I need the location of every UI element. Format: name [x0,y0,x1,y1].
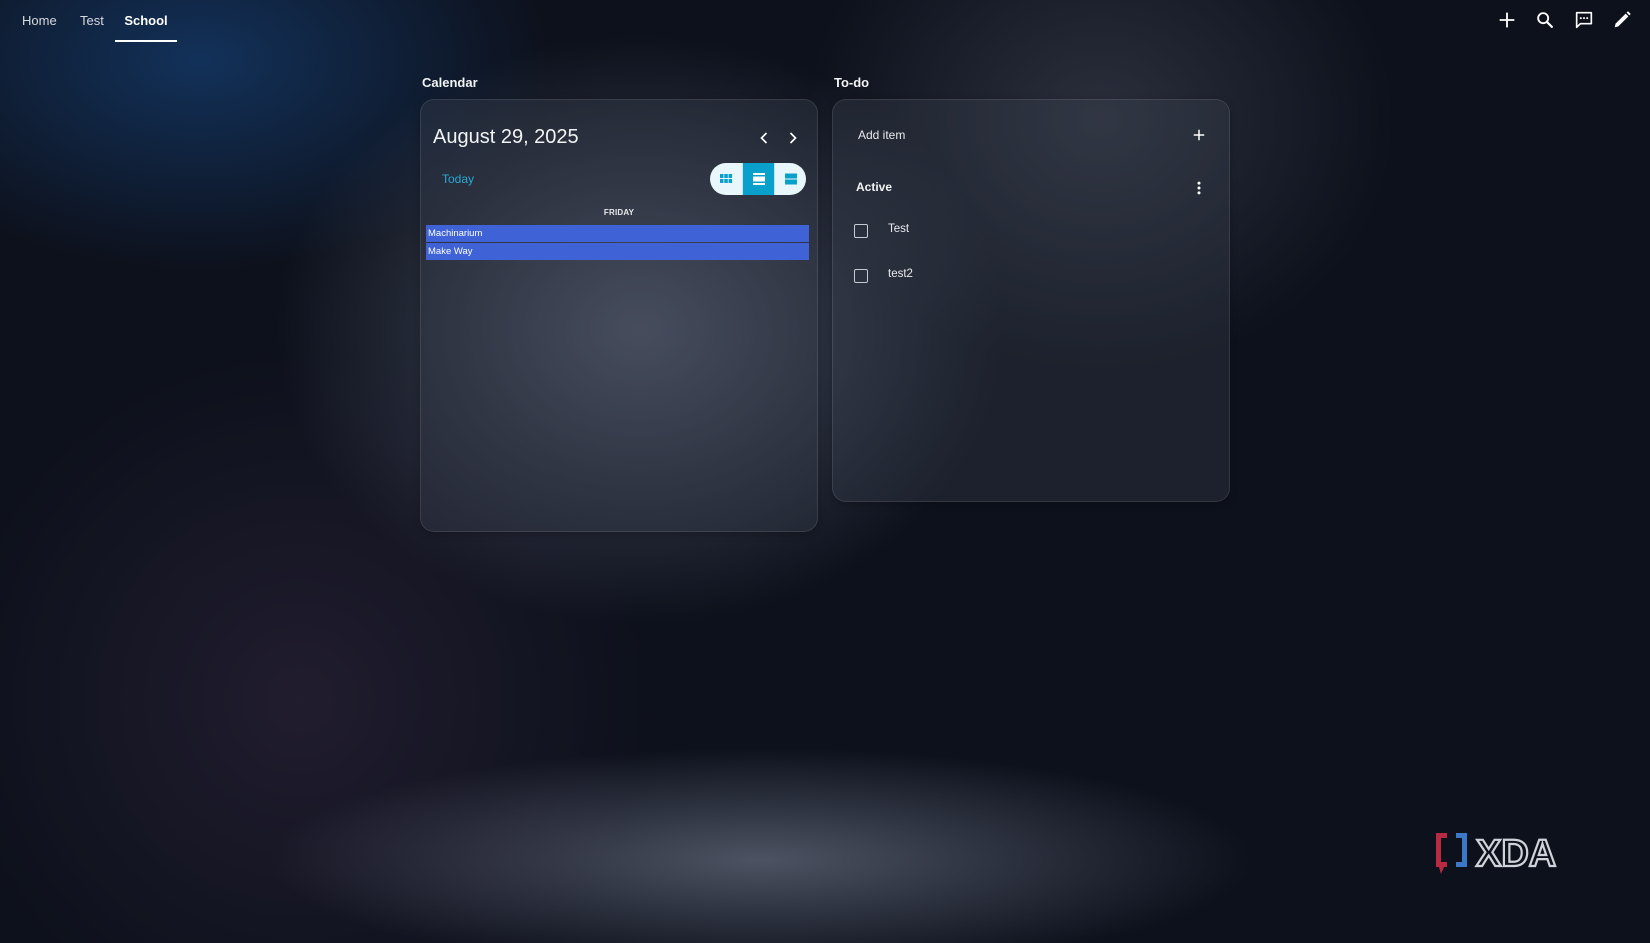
todo-checkbox[interactable] [854,224,868,238]
calendar-date-title: August 29, 2025 [433,126,579,148]
grid-view-button[interactable] [710,163,742,195]
week-view-button[interactable] [774,163,806,195]
chevron-left-icon [760,132,768,144]
todo-section-title: To-do [834,75,870,90]
chevron-right-icon [789,132,797,144]
tab-school[interactable]: School [115,0,177,42]
more-options-button[interactable] [1190,179,1208,197]
grid-view-icon [720,174,733,183]
week-view-icon [784,173,797,185]
plus-icon[interactable] [1496,9,1518,31]
calendar-event[interactable]: Machinarium [426,225,809,242]
todo-item: Test [854,222,1194,242]
tab-home[interactable]: Home [22,0,57,42]
add-item-button[interactable] [1190,126,1208,144]
todo-item-text: Test [888,223,910,235]
xda-logo: XDA [1434,830,1589,878]
list-view-button[interactable] [742,163,774,195]
xda-logo-icon: XDA [1436,832,1557,876]
calendar-event[interactable]: Make Way [426,243,809,260]
plus-icon [1193,129,1205,141]
todo-item: test2 [854,267,1194,287]
next-button[interactable] [783,128,803,148]
tab-test[interactable]: Test [80,0,104,42]
previous-button[interactable] [754,128,774,148]
list-view-icon [752,173,765,185]
top-bar: Home Test School [0,0,1650,42]
pencil-icon[interactable] [1611,9,1633,31]
view-switcher [710,163,806,195]
day-header: FRIDAY [603,208,635,217]
add-item-input[interactable]: Add item [858,128,905,142]
todo-item-text: test2 [888,268,913,280]
todo-card: Add item Active Test test2 [832,99,1230,502]
list-heading: Active [856,180,893,194]
calendar-section-title: Calendar [422,75,478,90]
todo-checkbox[interactable] [854,269,868,283]
xda-logo-text: XDA [1476,833,1556,875]
calendar-card: August 29, 2025 Today FRIDAY Machinarium… [420,99,818,532]
more-vertical-icon [1197,181,1201,195]
today-button[interactable]: Today [442,172,474,186]
chat-icon[interactable] [1573,9,1595,31]
search-icon[interactable] [1534,9,1556,31]
